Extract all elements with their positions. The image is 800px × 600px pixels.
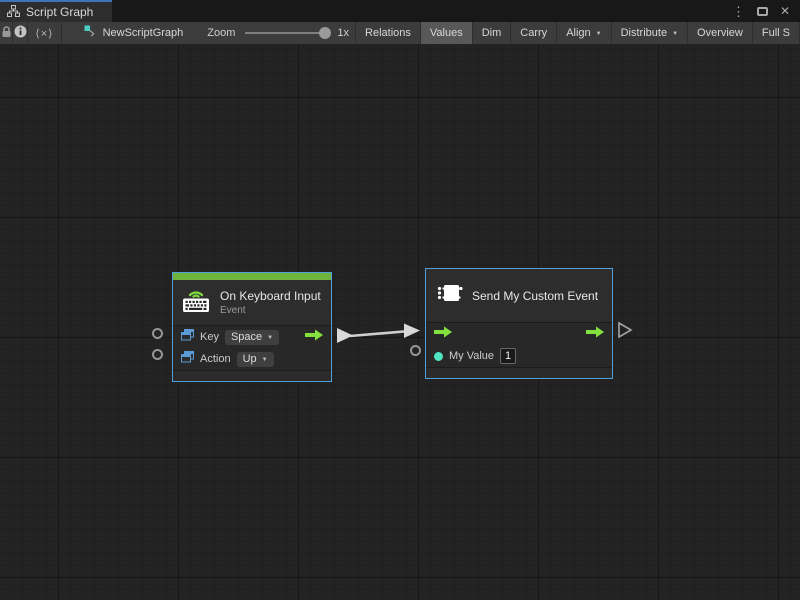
event-color-bar <box>173 273 331 280</box>
overview-label: Overview <box>697 27 743 39</box>
trigger-output-arrow-icon[interactable] <box>305 328 323 346</box>
relations-label: Relations <box>365 27 411 39</box>
action-port-row: Action Up ▼ <box>173 348 331 370</box>
graph-name-label: NewScriptGraph <box>103 27 184 39</box>
my-value-input-port[interactable] <box>410 345 421 356</box>
trigger-output-arrow-icon[interactable] <box>586 325 604 343</box>
key-input-port[interactable] <box>152 328 163 339</box>
carry-label: Carry <box>520 27 547 39</box>
title-bar: Script Graph ⋮ ✕ <box>0 0 800 22</box>
values-button[interactable]: Values <box>421 22 473 44</box>
node-send-my-custom-event[interactable]: Send My Custom Event <box>425 268 613 379</box>
keyboard-icon <box>181 287 211 318</box>
action-port-label: Action <box>200 353 231 365</box>
my-value-label: My Value <box>449 350 494 362</box>
value-port-dot-icon[interactable] <box>434 352 443 361</box>
node-header[interactable]: On Keyboard Input Event <box>173 280 331 326</box>
chevron-down-icon: ▼ <box>267 335 273 341</box>
window-menu-icon[interactable]: ⋮ <box>732 5 745 18</box>
action-dropdown-value: Up <box>243 353 257 365</box>
node-on-keyboard-input[interactable]: On Keyboard Input Event Key Space ▼ <box>172 272 332 382</box>
my-value-input[interactable]: 1 <box>500 348 516 364</box>
tab-label: Script Graph <box>26 5 93 19</box>
object-type-icon <box>181 350 194 368</box>
object-type-icon <box>181 328 194 346</box>
key-dropdown-value: Space <box>231 331 262 343</box>
key-port-label: Key <box>200 331 219 343</box>
distribute-label: Distribute <box>621 27 667 39</box>
script-graph-asset-icon <box>84 25 97 41</box>
action-dropdown[interactable]: Up ▼ <box>237 352 274 367</box>
node-header[interactable]: Send My Custom Event <box>426 269 612 323</box>
dim-label: Dim <box>482 27 502 39</box>
info-icon <box>14 25 27 41</box>
chevron-down-icon: ▼ <box>672 31 678 37</box>
relations-button[interactable]: Relations <box>356 22 421 44</box>
my-value-port-row: My Value 1 <box>426 345 612 367</box>
graph-canvas[interactable]: On Keyboard Input Event Key Space ▼ <box>0 45 800 600</box>
trigger-port-row <box>426 323 612 345</box>
connection-wire <box>0 45 800 600</box>
dim-button[interactable]: Dim <box>473 22 512 44</box>
close-icon[interactable]: ✕ <box>780 5 790 17</box>
action-input-port[interactable] <box>152 349 163 360</box>
code-brackets-icon: ⟨×⟩ <box>35 27 53 40</box>
window-controls: ⋮ ✕ <box>732 0 800 22</box>
chevron-down-icon: ▼ <box>262 357 268 363</box>
node-footer <box>426 367 612 378</box>
node-title: On Keyboard Input <box>220 289 321 303</box>
node-title: Send My Custom Event <box>472 289 598 303</box>
fullscreen-button[interactable]: Full S <box>753 22 800 44</box>
custom-event-icon <box>436 280 463 311</box>
carry-button[interactable]: Carry <box>511 22 557 44</box>
zoom-slider-handle[interactable] <box>319 27 331 39</box>
maximize-icon[interactable] <box>757 7 768 16</box>
script-graph-window: Script Graph ⋮ ✕ <box>0 0 800 600</box>
align-dropdown-button[interactable]: Align ▼ <box>557 22 611 44</box>
trigger-input-arrow-icon[interactable] <box>434 325 452 343</box>
zoom-control: Zoom 1x <box>207 22 349 44</box>
info-button[interactable] <box>13 22 28 44</box>
code-view-button[interactable]: ⟨×⟩ <box>28 22 61 44</box>
graph-toolbar: ⟨×⟩ NewScriptGraph Zoom 1x Relations V <box>0 22 800 45</box>
overview-button[interactable]: Overview <box>688 22 753 44</box>
key-dropdown[interactable]: Space ▼ <box>225 330 279 345</box>
graph-name-breadcrumb[interactable]: NewScriptGraph <box>76 22 192 44</box>
distribute-dropdown-button[interactable]: Distribute ▼ <box>612 22 688 44</box>
zoom-value: 1x <box>337 27 349 39</box>
node-subtitle: Event <box>220 305 321 316</box>
fullscreen-label: Full S <box>762 27 790 39</box>
toolbar-toggle-group: Relations Values Dim Carry Align ▼ Distr… <box>355 22 800 44</box>
node-footer <box>173 370 331 381</box>
chevron-down-icon: ▼ <box>596 31 602 37</box>
key-port-row: Key Space ▼ <box>173 326 331 348</box>
values-label: Values <box>430 27 463 39</box>
zoom-slider[interactable] <box>245 32 329 34</box>
lock-button[interactable] <box>0 22 13 44</box>
align-label: Align <box>566 27 590 39</box>
tab-script-graph[interactable]: Script Graph <box>0 0 112 22</box>
lock-icon <box>1 26 12 41</box>
zoom-label: Zoom <box>207 27 235 39</box>
graph-hierarchy-icon <box>7 5 20 20</box>
